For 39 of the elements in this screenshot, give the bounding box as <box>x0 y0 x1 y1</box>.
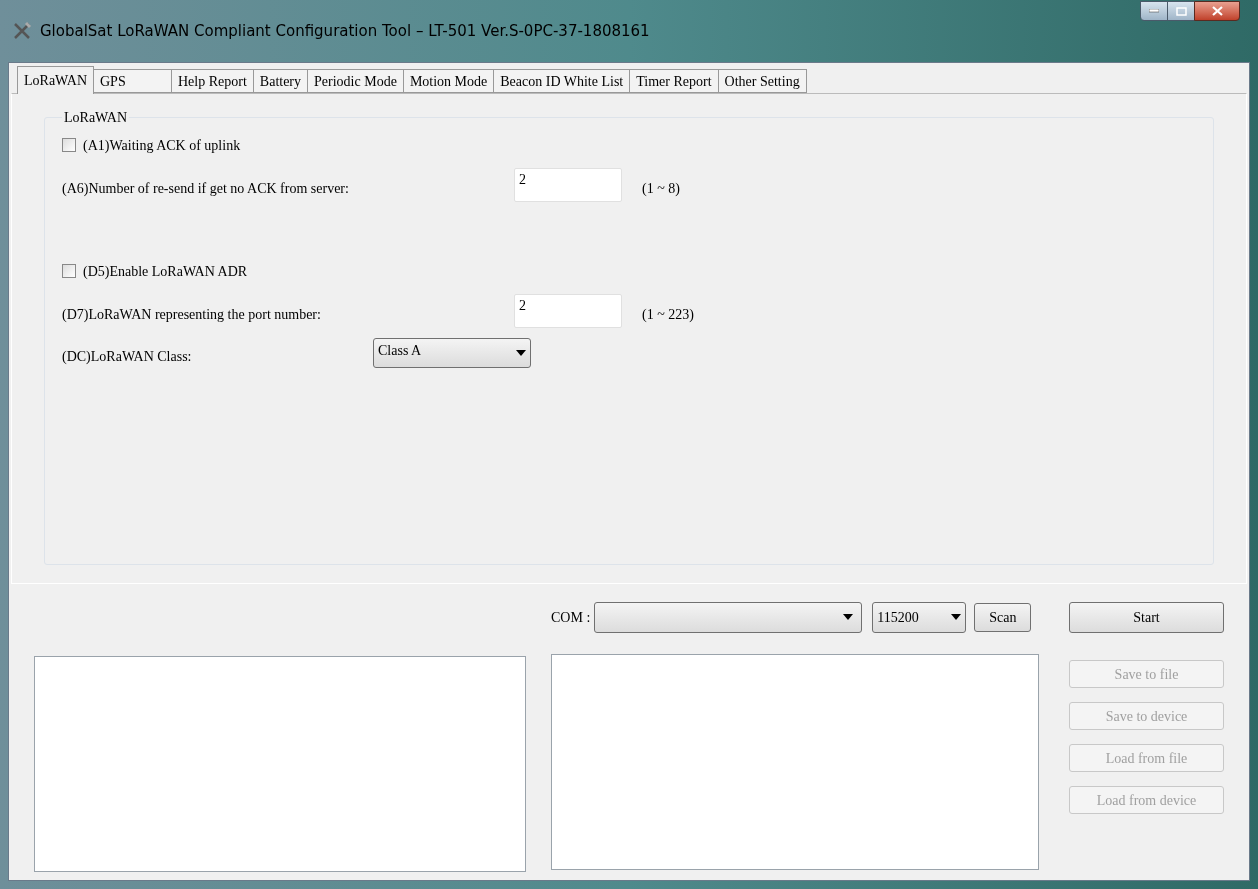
checkbox-label: (D5)Enable LoRaWAN ADR <box>83 262 248 281</box>
com-port-dropdown[interactable] <box>594 601 863 633</box>
dropdown-arrow-icon <box>843 614 854 620</box>
group-title: LoRaWAN <box>63 109 128 127</box>
field-label: (D7)LoRaWAN representing the port number: <box>62 305 322 324</box>
close-button[interactable] <box>1194 1 1240 21</box>
range-hint: (1 ~ 8) <box>642 179 680 198</box>
class-dropdown[interactable]: Class A <box>373 338 531 368</box>
range-hint: (1 ~ 223) <box>642 305 694 324</box>
tab[interactable]: Motion Mode <box>403 69 495 93</box>
maximize-button[interactable] <box>1168 1 1194 21</box>
tab[interactable]: Other Setting <box>718 69 807 93</box>
start-button[interactable]: Start <box>1069 602 1224 633</box>
com-label: COM : <box>551 608 591 627</box>
dropdown-value: Class A <box>378 341 422 360</box>
close-icon <box>1211 6 1223 16</box>
tab[interactable]: LoRaWAN <box>17 66 94 94</box>
maximize-icon <box>1175 6 1187 16</box>
baud-value: 115200 <box>877 608 919 627</box>
scan-button[interactable]: Scan <box>974 602 1032 632</box>
tab[interactable]: Help Report <box>172 69 254 93</box>
checkbox[interactable] <box>62 138 76 152</box>
number-field[interactable]: 2 <box>514 168 622 202</box>
baud-dropdown[interactable]: 115200 <box>872 601 967 633</box>
tab[interactable]: Beacon ID White List <box>494 69 631 93</box>
field-label: (DC)LoRaWAN Class: <box>62 347 193 366</box>
tab[interactable]: Periodic Mode <box>308 69 404 93</box>
tab[interactable]: Battery <box>253 69 309 93</box>
dropdown-arrow-icon <box>516 350 526 356</box>
dropdown-arrow-icon <box>951 614 962 620</box>
checkbox-label: (A1)Waiting ACK of uplink <box>83 136 241 155</box>
window-title: GlobalSat LoRaWAN Compliant Configuration Tool – LT-501 Ver.S-0PC-37-1808161 <box>40 21 650 42</box>
tab[interactable]: Timer Report <box>630 69 719 93</box>
minimize-icon <box>1149 9 1159 13</box>
field-label: (A6)Number of re-send if get no ACK from server: <box>62 179 350 198</box>
checkbox[interactable] <box>62 264 76 278</box>
number-field[interactable]: 2 <box>514 294 622 328</box>
tab[interactable]: GPS <box>94 69 172 93</box>
minimize-button[interactable] <box>1140 1 1168 21</box>
